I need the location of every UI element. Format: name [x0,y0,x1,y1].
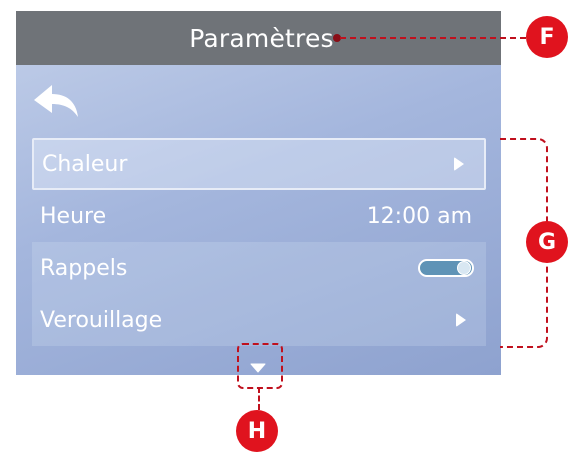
menu-item-label: Chaleur [42,151,128,177]
menu-item-rappels[interactable]: Rappels [32,242,486,294]
chevron-right-icon [456,313,466,327]
chevron-right-icon [454,157,464,171]
menu-item-chaleur[interactable]: Chaleur [32,138,486,190]
callout-h-box [237,343,283,389]
settings-menu: Chaleur Heure 12:00 am Rappels Verouilla… [32,138,486,346]
time-value: 12:00 am [366,203,472,229]
toggle-knob [457,261,471,275]
menu-item-label: Heure [40,203,107,229]
menu-item-label: Verouillage [40,307,163,333]
callout-f-badge: F [526,16,568,58]
device-screen: Paramètres Chaleur Heure 12:00 am Rappel… [16,11,501,375]
menu-item-heure[interactable]: Heure 12:00 am [32,190,486,242]
menu-item-label: Rappels [40,255,128,281]
callout-h-badge: H [236,410,278,452]
callout-g-badge: G [526,221,568,263]
back-arrow-icon[interactable] [32,83,80,123]
rappels-toggle[interactable] [418,259,474,277]
callout-h-line [258,387,260,410]
page-title: Paramètres [189,23,334,53]
callout-f-line [340,37,526,39]
menu-item-verouillage[interactable]: Verouillage [32,294,486,346]
